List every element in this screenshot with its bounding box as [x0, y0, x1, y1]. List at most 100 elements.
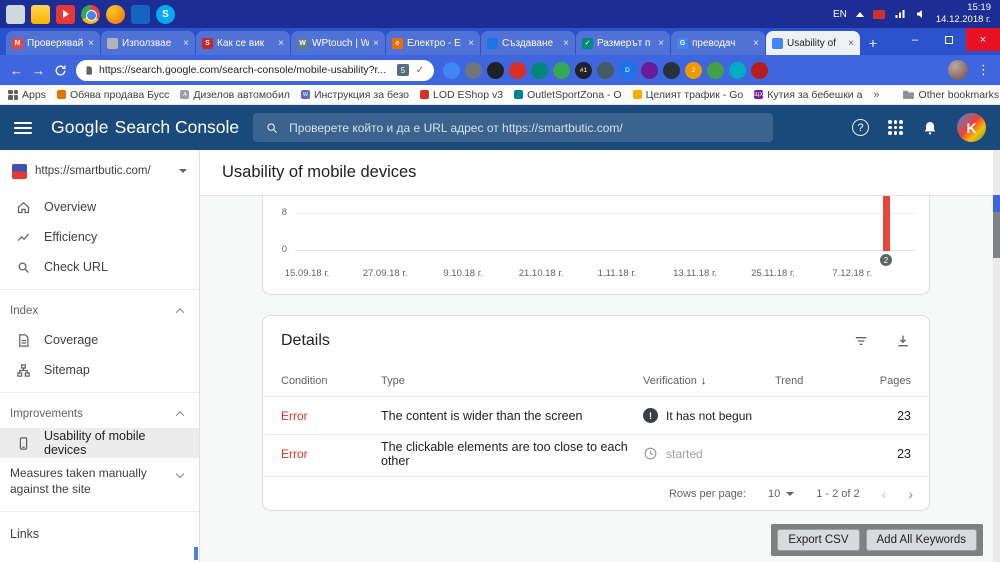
url-inspect-search[interactable]: Проверете който и да е URL адрес от http…: [253, 113, 774, 142]
browser-tab[interactable]: ✓ Размерът п ×: [576, 31, 670, 55]
bookmark-item[interactable]: OutletSportZona - O: [514, 89, 622, 101]
flag-icon[interactable]: [872, 9, 885, 19]
bookmark-item[interactable]: Обява продава Бусс: [56, 89, 169, 101]
gsc-logo[interactable]: Google Search Console: [51, 117, 239, 138]
pinned-app-icon[interactable]: [131, 4, 150, 24]
extension-icon[interactable]: [663, 61, 680, 79]
tab-close-icon[interactable]: ×: [278, 38, 284, 49]
browser-tab[interactable]: W WPtouch | W ×: [291, 31, 385, 55]
tab-close-icon[interactable]: ×: [563, 38, 569, 49]
browser-tab[interactable]: Създаване ×: [481, 31, 575, 55]
sidebar-item-links[interactable]: Links: [0, 519, 199, 549]
firefox-icon[interactable]: [106, 4, 125, 24]
speaker-icon[interactable]: [915, 8, 927, 20]
extension-icon[interactable]: 2: [685, 61, 702, 79]
download-icon[interactable]: [895, 333, 911, 349]
page-scrollbar[interactable]: [993, 150, 1000, 562]
maximize-button[interactable]: [932, 28, 966, 51]
sidebar-item-sitemap[interactable]: Sitemap: [0, 355, 199, 385]
extension-icon[interactable]: [487, 61, 504, 79]
chrome-icon[interactable]: [81, 4, 100, 24]
close-button[interactable]: ×: [966, 28, 1000, 51]
property-selector[interactable]: https://smartbutic.com/: [0, 150, 199, 192]
export-csv-button[interactable]: Export CSV: [777, 529, 860, 551]
network-icon[interactable]: [894, 8, 906, 20]
bookmarks-overflow-icon[interactable]: »: [873, 89, 879, 101]
tab-close-icon[interactable]: ×: [88, 38, 94, 49]
back-icon[interactable]: ←: [10, 64, 23, 77]
skype-icon[interactable]: S: [156, 4, 175, 24]
extension-icon[interactable]: D: [619, 61, 636, 79]
tab-close-icon[interactable]: ×: [183, 38, 189, 49]
tab-close-icon[interactable]: ×: [753, 38, 759, 49]
table-row[interactable]: Error The clickable elements are too clo…: [263, 434, 929, 472]
browser-profile-avatar[interactable]: [948, 60, 968, 80]
sidebar-item-efficiency[interactable]: Efficiency: [0, 222, 199, 252]
sidebar-section-improvements[interactable]: Improvements: [0, 400, 199, 428]
annotation-marker[interactable]: 2: [880, 254, 892, 266]
account-avatar[interactable]: K: [957, 113, 986, 142]
bookmark-item[interactable]: Целият трафик - Go: [632, 89, 743, 101]
previous-page-icon[interactable]: ‹: [882, 486, 887, 502]
next-page-icon[interactable]: ›: [908, 486, 913, 502]
browser-tab[interactable]: e Електро - Е ×: [386, 31, 480, 55]
bookmark-item[interactable]: А Дизелов автомобил: [180, 89, 290, 101]
extension-icon[interactable]: [729, 61, 746, 79]
add-all-keywords-button[interactable]: Add All Keywords: [865, 529, 977, 551]
pinned-app-icon[interactable]: [6, 4, 25, 24]
youtube-icon[interactable]: [56, 4, 75, 24]
extension-icon[interactable]: [707, 61, 724, 79]
tab-close-icon[interactable]: ×: [848, 38, 854, 49]
column-header-verification[interactable]: Verification ↓: [643, 375, 775, 387]
extension-icon[interactable]: [553, 61, 570, 79]
forward-icon[interactable]: →: [32, 64, 45, 77]
extension-badge-icon[interactable]: 5: [397, 64, 409, 76]
filter-icon[interactable]: [853, 333, 869, 349]
column-header-pages[interactable]: Pages: [870, 375, 911, 387]
help-icon[interactable]: ?: [852, 119, 869, 136]
bookmark-item[interactable]: LOD EShop v3: [420, 89, 503, 101]
sidebar-item-overview[interactable]: Overview: [0, 192, 199, 222]
rows-per-page-select[interactable]: 10: [768, 488, 795, 500]
extension-icon[interactable]: [443, 61, 460, 79]
table-row[interactable]: Error The content is wider than the scre…: [263, 396, 929, 434]
hidden-icons-caret-icon[interactable]: [855, 11, 864, 17]
new-tab-button[interactable]: +: [861, 31, 885, 55]
tab-close-icon[interactable]: ×: [468, 38, 474, 49]
taskbar-clock[interactable]: 15:19 14.12.2018 г.: [936, 2, 994, 26]
bookmark-item[interactable]: ЩХ Кутия за бебешки а: [754, 89, 862, 101]
extension-icon[interactable]: [531, 61, 548, 79]
sidebar-section-index[interactable]: Index: [0, 297, 199, 325]
check-icon[interactable]: ✓: [414, 64, 426, 76]
sidebar-scrollbar-thumb[interactable]: [194, 547, 198, 560]
bookmark-apps[interactable]: Apps: [8, 89, 46, 101]
column-header-trend[interactable]: Trend: [775, 375, 870, 387]
browser-tab[interactable]: M Проверявай ×: [6, 31, 100, 55]
reload-icon[interactable]: [54, 64, 67, 77]
extension-icon[interactable]: [751, 61, 768, 79]
extension-icon[interactable]: [509, 61, 526, 79]
tab-close-icon[interactable]: ×: [658, 38, 664, 49]
other-bookmarks[interactable]: Other bookmarks: [902, 89, 999, 101]
browser-tab-active[interactable]: Usability of ×: [766, 31, 860, 55]
column-header-condition[interactable]: Condition: [281, 375, 381, 387]
hamburger-menu-icon[interactable]: [14, 121, 32, 134]
extension-icon[interactable]: [641, 61, 658, 79]
column-header-type[interactable]: Type: [381, 375, 643, 387]
browser-tab[interactable]: S Как се вик ×: [196, 31, 290, 55]
extension-icon[interactable]: [597, 61, 614, 79]
scrollbar-thumb[interactable]: [993, 212, 1000, 258]
extension-icon[interactable]: [465, 61, 482, 79]
sidebar-item-mobile-usability[interactable]: Usability of mobile devices: [0, 428, 199, 458]
error-bar[interactable]: [883, 196, 890, 251]
browser-menu-icon[interactable]: ⋮: [977, 62, 990, 78]
address-bar[interactable]: https://search.google.com/search-console…: [76, 59, 434, 81]
apps-grid-icon[interactable]: [888, 120, 903, 135]
browser-tab[interactable]: G преводач ×: [671, 31, 765, 55]
bookmark-item[interactable]: W Инструкция за безо: [300, 89, 409, 101]
sidebar-item-manual-actions[interactable]: Measures taken manually against the site: [0, 458, 199, 504]
notifications-bell-icon[interactable]: [922, 120, 938, 136]
sidebar-item-coverage[interactable]: Coverage: [0, 325, 199, 355]
sidebar-item-check-url[interactable]: Check URL: [0, 252, 199, 282]
browser-tab[interactable]: Използвае ×: [101, 31, 195, 55]
